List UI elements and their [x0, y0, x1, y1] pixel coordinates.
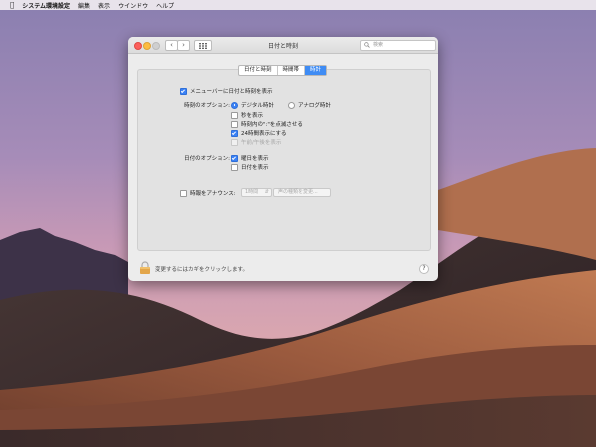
- show-in-menubar-checkbox[interactable]: [180, 87, 187, 95]
- show-ampm-row: 午前/午後を表示: [231, 138, 281, 146]
- menu-bar:  システム環境設定 編集 表示 ウインドウ ヘルプ: [0, 0, 596, 10]
- digital-clock-label: デジタル時計: [241, 103, 274, 109]
- announce-row[interactable]: 時報をアナウンス:: [180, 189, 236, 197]
- use-24h-checkbox[interactable]: [231, 129, 238, 137]
- help-button[interactable]: ?: [419, 264, 429, 274]
- show-ampm-label: 午前/午後を表示: [241, 140, 282, 146]
- show-weekday-row[interactable]: 曜日を表示: [231, 154, 269, 162]
- use-24h-row[interactable]: 24時間表示にする: [231, 129, 287, 137]
- date-options-label: 日付のオプション:: [184, 156, 230, 162]
- announce-checkbox[interactable]: [180, 189, 187, 197]
- popup-chevron-icon: ⇵: [264, 189, 269, 195]
- show-seconds-label: 秒を表示: [241, 113, 264, 119]
- time-options-label: 時刻のオプション:: [184, 103, 230, 109]
- tab-bar: 日付と時刻 時間帯 時計: [238, 65, 328, 76]
- analog-clock-row[interactable]: アナログ時計: [288, 101, 331, 109]
- search-field[interactable]: 検索: [360, 40, 436, 51]
- announce-label: 時報をアナウンス:: [190, 191, 236, 197]
- search-placeholder: 検索: [373, 42, 384, 48]
- flash-separators-label: 時刻内の":"を点滅させる: [241, 122, 303, 128]
- tab-clock[interactable]: 時計: [305, 66, 327, 75]
- show-date-checkbox[interactable]: [231, 163, 238, 171]
- show-weekday-checkbox[interactable]: [231, 154, 238, 162]
- show-in-menubar-row[interactable]: メニューバーに日付と時刻を表示: [180, 87, 272, 95]
- show-in-menubar-label: メニューバーに日付と時刻を表示: [190, 89, 273, 95]
- title-bar: ‹ › 日付と時刻 検索: [128, 37, 438, 54]
- customize-voice-label: 声の種類を変更...: [278, 189, 318, 195]
- lock-message: 変更するにはカギをクリックします。: [155, 267, 248, 273]
- announce-interval-value: 1時間: [245, 189, 259, 195]
- digital-clock-radio[interactable]: [231, 101, 238, 109]
- show-date-row[interactable]: 日付を表示: [231, 163, 269, 171]
- show-weekday-label: 曜日を表示: [241, 156, 269, 162]
- menu-app-name[interactable]: システム環境設定: [22, 1, 70, 10]
- menu-help[interactable]: ヘルプ: [156, 1, 174, 10]
- menu-window[interactable]: ウインドウ: [118, 1, 148, 10]
- digital-clock-row[interactable]: デジタル時計: [231, 101, 274, 109]
- show-seconds-checkbox[interactable]: [231, 111, 238, 119]
- search-icon: [364, 42, 370, 48]
- menu-edit[interactable]: 編集: [78, 1, 90, 10]
- analog-clock-label: アナログ時計: [298, 103, 331, 109]
- menu-view[interactable]: 表示: [98, 1, 110, 10]
- show-date-label: 日付を表示: [241, 165, 269, 171]
- show-ampm-checkbox: [231, 138, 238, 146]
- clock-panel: メニューバーに日付と時刻を表示 時刻のオプション: デジタル時計 アナログ時計 …: [137, 69, 431, 251]
- use-24h-label: 24時間表示にする: [241, 131, 287, 137]
- flash-separators-row[interactable]: 時刻内の":"を点滅させる: [231, 120, 303, 128]
- show-seconds-row[interactable]: 秒を表示: [231, 111, 263, 119]
- tab-date-time[interactable]: 日付と時刻: [239, 66, 278, 75]
- tab-time-zone[interactable]: 時間帯: [278, 66, 306, 75]
- lock-icon[interactable]: [139, 261, 151, 274]
- customize-voice-button: 声の種類を変更...: [273, 188, 331, 197]
- announce-interval-popup: 1時間 ⇵: [241, 188, 272, 197]
- analog-clock-radio[interactable]: [288, 101, 295, 109]
- flash-separators-checkbox[interactable]: [231, 120, 238, 128]
- apple-menu-icon[interactable]: : [10, 1, 14, 9]
- date-time-window: ‹ › 日付と時刻 検索 日付と時刻 時間帯 時計 メニューバーに日付と時刻を表…: [128, 37, 438, 281]
